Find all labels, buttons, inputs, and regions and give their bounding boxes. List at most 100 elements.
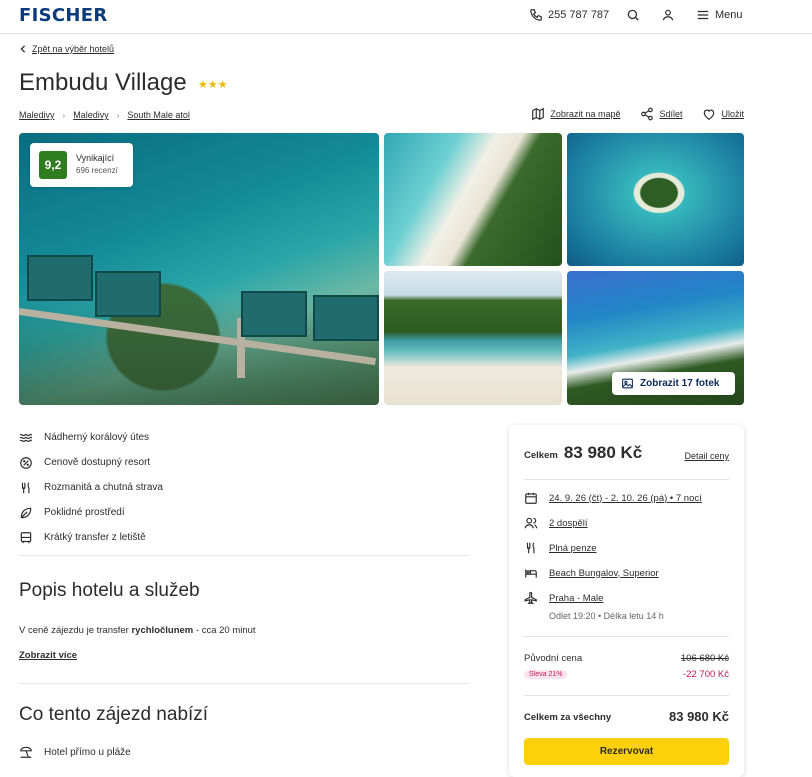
feature-label: Krátký transfer z letiště	[44, 532, 146, 543]
bungalow-roof	[241, 291, 307, 337]
chevron-right-icon: ›	[116, 110, 120, 120]
beach-palm-photo[interactable]	[384, 271, 562, 405]
save-label: Uložit	[721, 109, 744, 119]
search-icon[interactable]	[626, 8, 642, 24]
card-divider	[524, 636, 729, 637]
back-to-results-link[interactable]: Zpět na výběr hotelů	[19, 44, 114, 54]
hotel-title: Embudu Village	[19, 69, 187, 96]
breadcrumb-country[interactable]: Maledivy	[19, 110, 55, 120]
bungalow-roof	[27, 255, 93, 301]
breadcrumb: Maledivy › Maledivy › South Male atol	[19, 110, 190, 120]
share-icon	[640, 107, 654, 121]
hamburger-icon	[696, 8, 710, 22]
waves-icon	[19, 431, 33, 445]
description-heading: Popis hotelu a služeb	[19, 580, 200, 601]
feature-item: Nádherný korálový útes	[19, 425, 163, 450]
flight-row[interactable]: Praha - Male	[524, 591, 603, 605]
sum-value: 83 980 Kč	[669, 709, 729, 724]
discount-badge: Sleva 21%	[524, 670, 568, 679]
show-more-link[interactable]: Zobrazit více	[19, 650, 77, 661]
feature-label: Poklidné prostředí	[44, 507, 125, 518]
show-map-button[interactable]: Zobrazit na mapě	[531, 107, 620, 121]
card-total-value: 83 980 Kč	[563, 443, 643, 462]
review-count: 696 recenzí	[76, 166, 118, 175]
image-icon	[621, 377, 634, 390]
card-divider	[524, 479, 729, 480]
bungalow-roof	[95, 271, 161, 317]
dates-value: 24. 9. 26 (čt) - 2. 10. 26 (pá) • 7 nocí	[549, 492, 702, 504]
card-total-label: Celkem	[524, 450, 558, 461]
phone-link[interactable]: 255 787 787	[529, 8, 609, 22]
offer-item: Hotel přímo u pláže	[19, 745, 131, 759]
dates-row[interactable]: 24. 9. 26 (čt) - 2. 10. 26 (pá) • 7 nocí	[524, 491, 702, 505]
leaf-icon	[19, 506, 33, 520]
breadcrumb-region[interactable]: Maledivy	[73, 110, 109, 120]
flight-details: Odlet 19:20 • Délka letu 14 h	[549, 611, 664, 621]
heart-icon	[702, 107, 716, 121]
persons-icon	[524, 516, 538, 530]
price-detail-link[interactable]: Detail ceny	[684, 451, 729, 461]
user-icon[interactable]	[661, 8, 677, 24]
section-divider	[19, 555, 469, 556]
room-value: Beach Bungalov, Superior	[549, 567, 659, 579]
feature-label: Rozmanitá a chutná strava	[44, 482, 163, 493]
cutlery-icon	[19, 481, 33, 495]
show-photos-label: Zobrazit 17 fotek	[640, 378, 720, 389]
description-text: V ceně zájezdu je transfer rychločlunem …	[19, 625, 256, 636]
bed-icon	[524, 566, 538, 580]
back-link-label: Zpět na výběr hotelů	[32, 44, 115, 54]
bus-icon	[19, 531, 33, 545]
feature-item: Rozmanitá a chutná strava	[19, 475, 163, 500]
hotel-features: Nádherný korálový útes Cenově dostupný r…	[19, 425, 163, 550]
chevron-left-icon	[19, 45, 27, 53]
cutlery-icon	[524, 541, 538, 555]
card-total: Celkem 83 980 Kč	[524, 443, 642, 463]
beach-aerial-photo[interactable]	[384, 133, 562, 266]
save-button[interactable]: Uložit	[702, 107, 744, 121]
phone-icon	[529, 8, 543, 22]
bungalow-roof	[313, 295, 379, 341]
rating-score: 9,2	[39, 151, 67, 179]
menu-label: Menu	[715, 9, 743, 21]
share-button[interactable]: Sdílet	[640, 107, 682, 121]
original-price-label: Původní cena	[524, 653, 583, 664]
original-price: 106 680 Kč	[680, 653, 729, 664]
room-row[interactable]: Beach Bungalov, Superior	[524, 566, 659, 580]
breadcrumb-atoll[interactable]: South Male atol	[127, 110, 190, 120]
feature-item: Poklidné prostředí	[19, 500, 163, 525]
persons-row[interactable]: 2 dospělí	[524, 516, 588, 530]
map-icon	[531, 107, 545, 121]
description-text-bold: rychločlunem	[131, 625, 194, 636]
board-row[interactable]: Plná penze	[524, 541, 597, 555]
section-divider	[19, 683, 469, 684]
sum-label: Celkem za všechny	[524, 712, 612, 723]
description-text-end: - cca 20 minut	[193, 625, 256, 636]
plane-icon	[524, 591, 538, 605]
hotel-actions: Zobrazit na mapě Sdílet Uložit	[531, 107, 744, 121]
description-text-start: V ceně zájezdu je transfer	[19, 625, 132, 636]
rating-badge[interactable]: 9,2 Vynikající 696 recenzí	[30, 143, 133, 187]
board-value: Plná penze	[549, 542, 597, 554]
card-divider	[524, 695, 729, 696]
discount-value: -22 700 Kč	[683, 669, 729, 680]
top-header: FISCHER 255 787 787 Menu	[0, 0, 812, 34]
fischer-logo[interactable]: FISCHER	[19, 5, 108, 26]
menu-button[interactable]: Menu	[696, 8, 743, 22]
flight-value: Praha - Male	[549, 592, 604, 604]
show-all-photos-button[interactable]: Zobrazit 17 fotek	[612, 372, 735, 395]
calendar-icon	[524, 491, 538, 505]
star-rating: ★★★	[198, 79, 228, 91]
rating-label: Vynikající	[76, 153, 115, 163]
island-aerial-photo[interactable]	[567, 133, 744, 266]
offer-label: Hotel přímo u pláže	[44, 746, 131, 758]
show-map-label: Zobrazit na mapě	[550, 109, 621, 119]
booking-card: Celkem 83 980 Kč Detail ceny 24. 9. 26 (…	[509, 425, 744, 777]
feature-item: Krátký transfer z letiště	[19, 525, 163, 550]
chevron-right-icon: ›	[62, 110, 66, 120]
feature-label: Nádherný korálový útes	[44, 432, 150, 443]
persons-value: 2 dospělí	[549, 517, 588, 529]
reserve-button[interactable]: Rezervovat	[524, 738, 729, 765]
feature-item: Cenově dostupný resort	[19, 450, 163, 475]
share-label: Sdílet	[659, 109, 683, 119]
offers-heading: Co tento zájezd nabízí	[19, 704, 209, 725]
